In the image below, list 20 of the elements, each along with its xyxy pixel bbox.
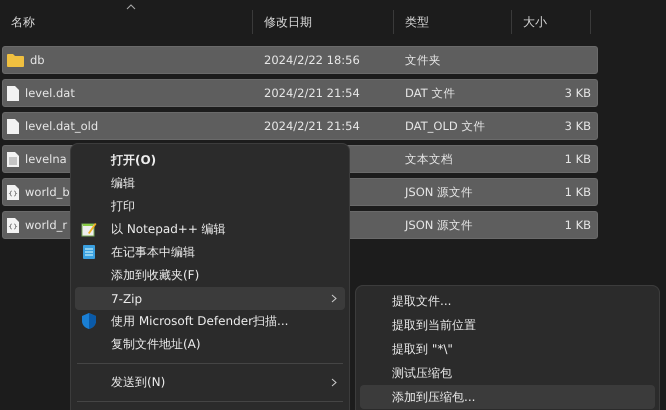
file-type: DAT_OLD 文件 [404,118,486,134]
file-size: 1 KB [564,185,592,199]
file-size: 1 KB [564,152,592,166]
file-size: 1 KB [564,218,592,232]
file-type: 文件夹 [404,52,442,68]
file-name: world_r [25,218,68,232]
modified-date: 2024/2/22 18:56 [263,53,361,67]
file-type: JSON 源文件 [403,184,474,200]
file-type: 文本文档 [404,152,454,166]
file-name: db [30,53,45,67]
file-name: world_b [25,185,70,199]
modified-date: 2024/2/21 21:54 [263,86,361,100]
file-name: level.dat_old [25,119,98,133]
file-name: level.dat [25,86,75,100]
file-name: levelna [25,152,67,166]
file-size: 3 KB [564,119,592,133]
file-type: JSON 源文件 [403,218,474,232]
file-size: 3 KB [564,86,592,100]
file-type: DAT 文件 [404,86,456,100]
modified-date: 2024/2/21 21:54 [263,119,361,133]
